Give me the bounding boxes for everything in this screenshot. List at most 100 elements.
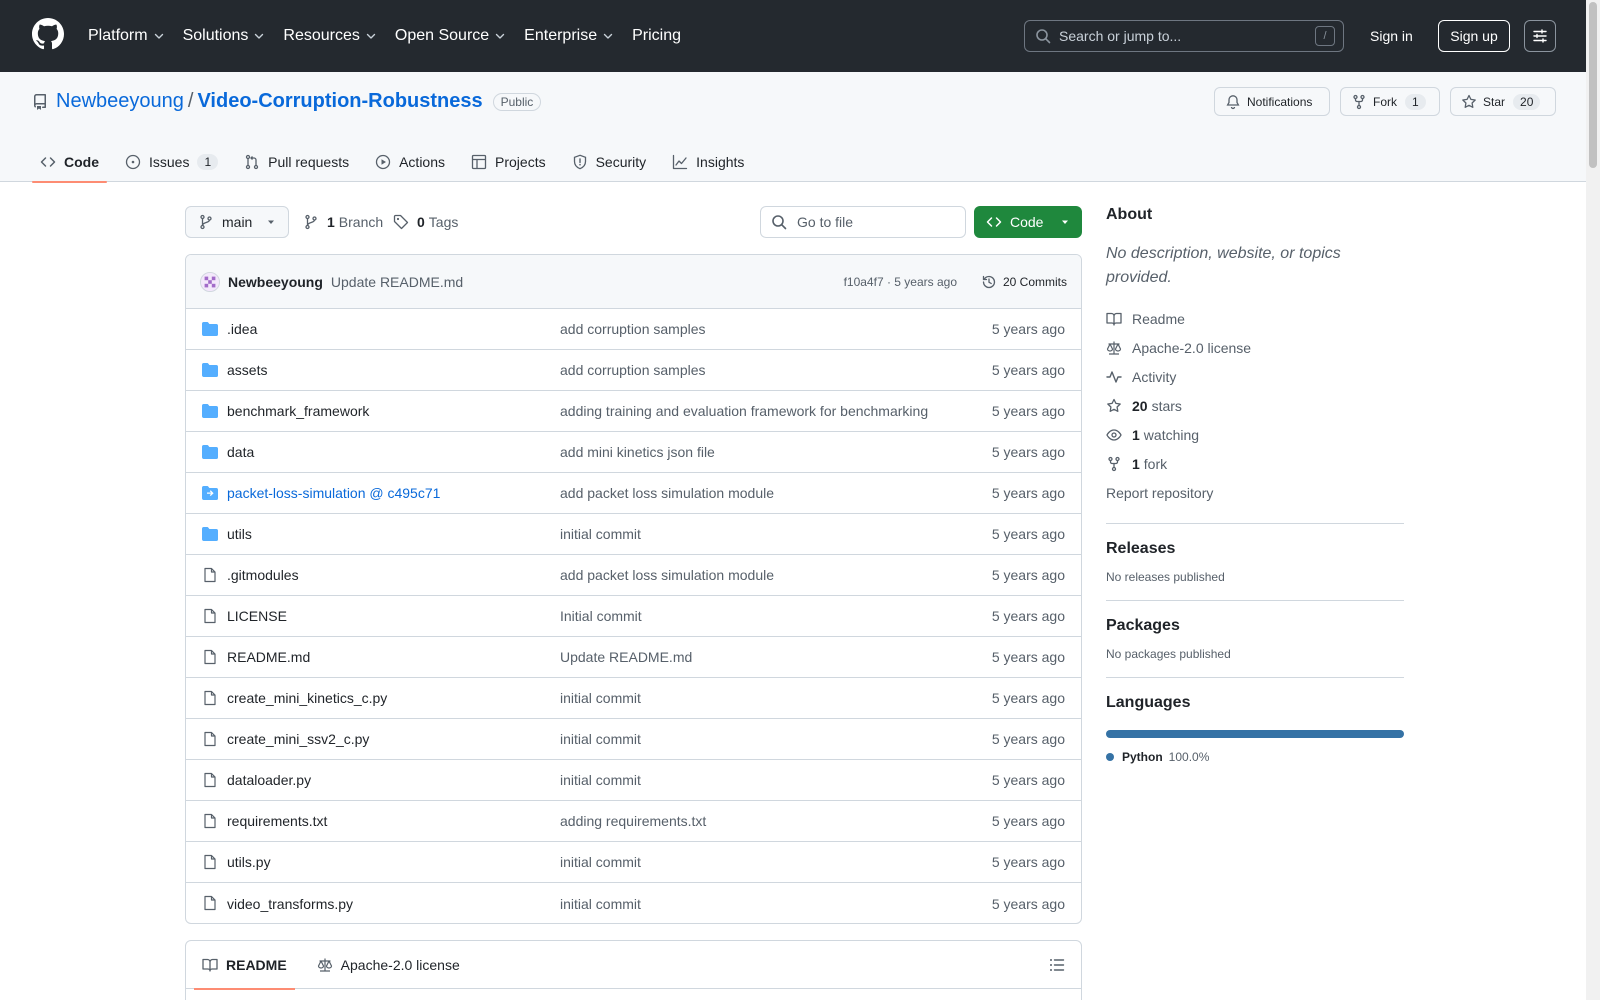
- file-commit-message-link[interactable]: Update README.md: [560, 649, 692, 665]
- page-scrollbar[interactable]: [1586, 0, 1600, 1000]
- tab-actions[interactable]: Actions: [367, 142, 453, 182]
- sidebar-link-readme[interactable]: Readme: [1106, 304, 1404, 333]
- avatar[interactable]: [200, 271, 220, 292]
- file-commit-message-link[interactable]: initial commit: [560, 690, 641, 706]
- file-commit-date: 5 years ago: [991, 362, 1065, 378]
- sidebar-link-stars[interactable]: 20 stars: [1106, 391, 1404, 420]
- repo-owner-link[interactable]: Newbeeyoung: [56, 90, 184, 113]
- file-commit-message-link[interactable]: initial commit: [560, 772, 641, 788]
- git-branch-icon: [198, 214, 214, 230]
- file-name-link[interactable]: utils.py: [227, 854, 271, 870]
- sidebar-link-activity[interactable]: Activity: [1106, 362, 1404, 391]
- tab-label: Security: [595, 154, 647, 170]
- file-commit-date: 5 years ago: [991, 895, 1065, 912]
- sidebar-link-count: 20: [1132, 397, 1148, 414]
- table-row: create_mini_kinetics_c.py initial commit 5…: [186, 678, 1081, 719]
- file-commit-message-link[interactable]: initial commit: [560, 896, 641, 912]
- file-name-link[interactable]: create_mini_ssv2_c.py: [227, 731, 369, 747]
- tab-projects[interactable]: Projects: [463, 142, 554, 182]
- file-commit-message-link[interactable]: initial commit: [560, 526, 641, 542]
- packages-heading[interactable]: Packages: [1106, 617, 1404, 635]
- book-icon: [202, 957, 218, 973]
- file-name-link[interactable]: assets: [227, 362, 267, 378]
- file-name-link[interactable]: create_mini_kinetics_c.py: [227, 690, 387, 706]
- tags-link[interactable]: 0 Tags: [393, 206, 458, 238]
- notifications-button[interactable]: Notifications: [1214, 87, 1330, 116]
- file-icon: [202, 649, 218, 665]
- global-search-input[interactable]: Search or jump to... /: [1024, 20, 1344, 52]
- file-commit-message-link[interactable]: adding requirements.txt: [560, 813, 706, 829]
- file-name-link[interactable]: README.md: [227, 649, 310, 665]
- readme-tab[interactable]: README: [194, 941, 295, 990]
- file-commit-message-link[interactable]: add corruption samples: [560, 362, 706, 378]
- language-item[interactable]: Python 100.0%: [1106, 750, 1404, 764]
- sign-in-link[interactable]: Sign in: [1364, 20, 1419, 52]
- file-commit-message-link[interactable]: initial commit: [560, 854, 641, 870]
- tab-label: Actions: [399, 154, 446, 170]
- sidebar-link-label: Readme: [1132, 310, 1185, 327]
- file-commit-message-link[interactable]: add corruption samples: [560, 321, 706, 337]
- file-name-link[interactable]: LICENSE: [227, 608, 287, 624]
- file-commit-message-link[interactable]: adding training and evaluation framework…: [560, 403, 928, 419]
- branches-link[interactable]: 1 Branch: [303, 206, 383, 238]
- sidebar-link-apache-2-0-license[interactable]: Apache-2.0 license: [1106, 333, 1404, 362]
- file-commit-message-link[interactable]: initial commit: [560, 731, 641, 747]
- fork-button[interactable]: Fork 1: [1340, 87, 1440, 116]
- top-nav-item-open-source[interactable]: Open Source: [395, 27, 506, 45]
- submodule-icon: [202, 485, 218, 501]
- top-nav-item-resources[interactable]: Resources: [283, 27, 376, 45]
- scrollbar-thumb[interactable]: [1589, 2, 1597, 168]
- file-commit-message-link[interactable]: add mini kinetics json file: [560, 444, 715, 460]
- top-nav-item-enterprise[interactable]: Enterprise: [524, 27, 614, 45]
- github-logo-icon[interactable]: [32, 18, 64, 50]
- branch-select-button[interactable]: main: [185, 206, 289, 238]
- repo-name-link[interactable]: Video-Corruption-Robustness: [197, 90, 482, 113]
- file-name-link[interactable]: .gitmodules: [227, 567, 299, 583]
- report-repository-link[interactable]: Report repository: [1106, 478, 1404, 507]
- list-unordered-icon[interactable]: [1049, 957, 1065, 973]
- file-name-link[interactable]: dataloader.py: [227, 772, 311, 788]
- languages-heading: Languages: [1106, 694, 1191, 711]
- commit-author-link[interactable]: Newbeeyoung: [228, 274, 323, 290]
- file-name-link[interactable]: data: [227, 444, 254, 460]
- star-button[interactable]: Star 20: [1450, 87, 1556, 116]
- file-name-link[interactable]: packet-loss-simulation @ c495c71: [227, 485, 440, 501]
- top-nav-item-pricing[interactable]: Pricing: [632, 27, 681, 45]
- tab-code[interactable]: Code: [32, 142, 107, 183]
- commit-hash-and-age[interactable]: f10a4f7 · 5 years ago: [844, 275, 957, 289]
- file-icon: [202, 895, 218, 911]
- commits-history-link[interactable]: 20 Commits: [981, 274, 1067, 290]
- file-name-link[interactable]: utils: [227, 526, 252, 542]
- tab-pull-requests[interactable]: Pull requests: [236, 142, 357, 182]
- tab-label: Projects: [495, 154, 546, 170]
- slash-shortcut-key: /: [1315, 26, 1335, 46]
- license-tab[interactable]: Apache-2.0 license: [317, 941, 468, 989]
- sign-up-button[interactable]: Sign up: [1438, 20, 1510, 52]
- triangle-down-icon: [266, 217, 276, 227]
- code-dropdown-button[interactable]: Code: [974, 206, 1082, 238]
- sidebar-link-watching[interactable]: 1 watching: [1106, 420, 1404, 449]
- divider: [1106, 523, 1404, 524]
- top-nav-item-solutions[interactable]: Solutions: [183, 27, 266, 45]
- tab-insights[interactable]: Insights: [664, 142, 752, 182]
- file-name-link[interactable]: .idea: [227, 321, 257, 337]
- sidebar-link-fork[interactable]: 1 fork: [1106, 449, 1404, 478]
- table-row: requirements.txt adding requirements.txt 5…: [186, 801, 1081, 842]
- table-row: benchmark_framework adding training and e…: [186, 391, 1081, 432]
- commit-message-link[interactable]: Update README.md: [331, 274, 463, 290]
- go-to-file-input[interactable]: Go to file: [760, 206, 966, 238]
- tab-issues[interactable]: Issues 1: [117, 142, 226, 182]
- appearance-settings-button[interactable]: [1524, 20, 1556, 52]
- sidebar-link-text: 20 stars: [1132, 398, 1182, 414]
- top-nav-item-platform[interactable]: Platform: [88, 27, 165, 45]
- file-name-link[interactable]: video_transforms.py: [227, 896, 353, 912]
- search-icon: [1035, 28, 1051, 44]
- file-commit-message-link[interactable]: Initial commit: [560, 608, 642, 624]
- file-name-link[interactable]: requirements.txt: [227, 813, 327, 829]
- releases-heading[interactable]: Releases: [1106, 540, 1404, 558]
- file-commit-message-link[interactable]: add packet loss simulation module: [560, 485, 774, 501]
- issues-count: 1: [197, 154, 219, 170]
- file-commit-message-link[interactable]: add packet loss simulation module: [560, 567, 774, 583]
- tab-security[interactable]: Security: [564, 142, 655, 182]
- file-name-link[interactable]: benchmark_framework: [227, 403, 369, 419]
